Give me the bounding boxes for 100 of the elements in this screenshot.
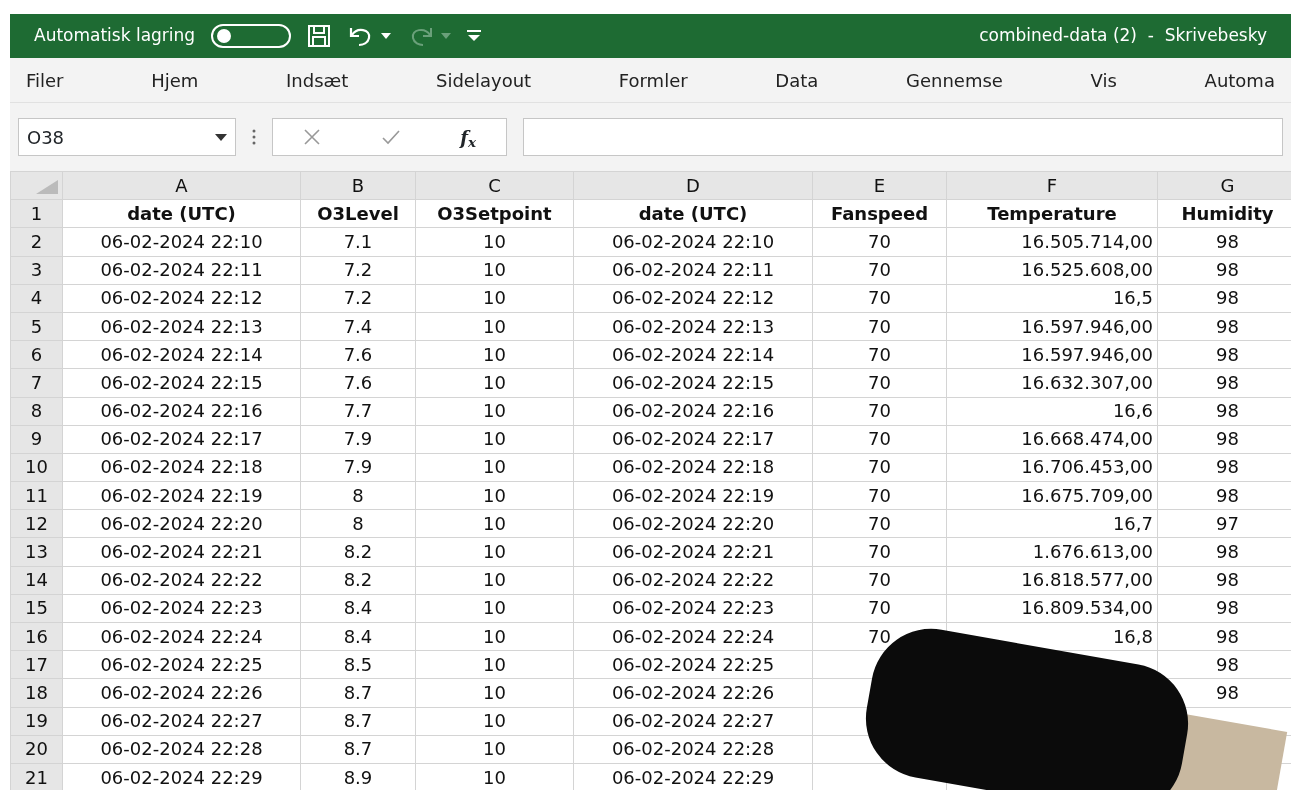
row-header[interactable]: 6: [10, 340, 63, 369]
table-cell: 16.632.307,00: [946, 368, 1158, 397]
ribbon-tab[interactable]: Data: [775, 66, 819, 94]
row-header[interactable]: 11: [10, 481, 63, 510]
table-cell: 70: [812, 284, 947, 313]
table-cell: 8.7: [300, 735, 416, 764]
table-cell: 06-02-2024 22:20: [573, 509, 813, 538]
table-cell: 16,6: [946, 397, 1158, 426]
table-cell: 8.7: [300, 707, 416, 736]
row-header[interactable]: 9: [10, 425, 63, 454]
insert-function-button[interactable]: f$_{x}$: [460, 123, 477, 151]
column-header[interactable]: A: [62, 171, 301, 200]
column-header[interactable]: G: [1157, 171, 1291, 200]
table-cell: 8.4: [300, 594, 416, 623]
row-header[interactable]: 7: [10, 368, 63, 397]
table-cell: 06-02-2024 22:13: [573, 312, 813, 341]
table-cell: 10: [415, 284, 574, 313]
row-header[interactable]: 13: [10, 537, 63, 567]
table-cell: 8: [300, 481, 416, 510]
ribbon-tab[interactable]: Formler: [618, 66, 688, 94]
table-cell: 16.675.709,00: [946, 481, 1158, 510]
table-cell: 70: [812, 340, 947, 369]
column-header[interactable]: C: [415, 171, 574, 200]
table-cell: 16,7: [946, 509, 1158, 538]
table-cell: 06-02-2024 22:14: [573, 340, 813, 369]
row-header[interactable]: 15: [10, 594, 63, 623]
table-cell: 10: [415, 453, 574, 482]
table-cell: 16.597.946,00: [946, 312, 1158, 341]
column-header[interactable]: B: [300, 171, 416, 200]
column-title: O3Setpoint: [415, 199, 574, 228]
autosave-label: Automatisk lagring: [34, 24, 196, 48]
table-cell: 10: [415, 425, 574, 454]
table-cell: 10: [415, 397, 574, 426]
table-cell: 06-02-2024 22:19: [573, 481, 813, 510]
autosave-toggle[interactable]: [211, 24, 292, 48]
table-cell: 06-02-2024 22:18: [62, 453, 301, 482]
row-header[interactable]: 16: [10, 622, 63, 651]
cell-reference: O38: [27, 125, 65, 150]
table-cell: 70: [812, 453, 947, 482]
table-cell: 06-02-2024 22:26: [573, 678, 813, 708]
ribbon-tab[interactable]: Filer: [26, 66, 64, 94]
table-cell: 06-02-2024 22:17: [573, 425, 813, 454]
table-cell: 70: [812, 509, 947, 538]
column-header[interactable]: D: [573, 171, 813, 200]
table-cell: 16.809.534,00: [946, 594, 1158, 623]
more-options-icon[interactable]: [252, 129, 256, 145]
table-cell: 10: [415, 481, 574, 510]
table-cell: 10: [415, 227, 574, 257]
formula-input[interactable]: [523, 118, 1283, 156]
row-header[interactable]: 2: [10, 227, 63, 257]
table-cell: 10: [415, 678, 574, 708]
name-box[interactable]: O38: [18, 118, 236, 156]
ribbon-tab[interactable]: Automa: [1204, 66, 1275, 94]
table-cell: 7.1: [300, 227, 416, 257]
table-cell: 06-02-2024 22:24: [62, 622, 301, 651]
table-cell: 06-02-2024 22:16: [62, 397, 301, 426]
row-header[interactable]: 19: [10, 707, 63, 736]
column-header[interactable]: F: [946, 171, 1158, 200]
row-header[interactable]: 14: [10, 566, 63, 595]
table-cell: 70: [812, 368, 947, 397]
customize-toolbar-icon[interactable]: [467, 30, 482, 42]
ribbon-tab[interactable]: Hjem: [151, 66, 199, 94]
table-cell: 70: [812, 425, 947, 454]
ribbon-tab[interactable]: Gennemse: [906, 66, 1003, 94]
ribbon-tab[interactable]: Sidelayout: [436, 66, 532, 94]
check-icon[interactable]: [380, 129, 401, 145]
table-cell: 8.7: [300, 678, 416, 708]
row-header[interactable]: 10: [10, 453, 63, 482]
cancel-icon[interactable]: [302, 128, 321, 146]
table-cell: 7.4: [300, 312, 416, 341]
table-cell: 70: [812, 227, 947, 257]
column-title: Temperature: [946, 199, 1158, 228]
table-cell: 10: [415, 735, 574, 764]
table-cell: 8.2: [300, 566, 416, 595]
table-cell: 8: [300, 509, 416, 538]
table-cell: 10: [415, 622, 574, 651]
dropdown-caret-icon[interactable]: [215, 133, 227, 141]
row-header[interactable]: 1: [10, 199, 63, 228]
table-cell: 8.2: [300, 537, 416, 567]
column-header[interactable]: E: [812, 171, 947, 200]
table-cell: 7.6: [300, 368, 416, 397]
save-icon[interactable]: [307, 24, 332, 48]
ribbon-tab[interactable]: Indsæt: [286, 66, 349, 94]
row-header[interactable]: 5: [10, 312, 63, 341]
row-header[interactable]: 21: [10, 763, 63, 790]
table-cell: 7.2: [300, 284, 416, 313]
caret-icon[interactable]: [381, 33, 392, 39]
ribbon-tab[interactable]: Vis: [1090, 66, 1117, 94]
row-header[interactable]: 4: [10, 284, 63, 313]
row-header[interactable]: 3: [10, 256, 63, 285]
table-cell: 06-02-2024 22:20: [62, 509, 301, 538]
row-header[interactable]: 17: [10, 650, 63, 679]
table-cell: 1.676.613,00: [946, 537, 1158, 567]
column-title: O3Level: [300, 199, 416, 228]
table-cell: 70: [812, 397, 947, 426]
table-cell: 06-02-2024 22:28: [573, 735, 813, 764]
row-header[interactable]: 20: [10, 735, 63, 764]
row-header[interactable]: 12: [10, 509, 63, 538]
row-header[interactable]: 8: [10, 397, 63, 426]
row-header[interactable]: 18: [10, 678, 63, 708]
